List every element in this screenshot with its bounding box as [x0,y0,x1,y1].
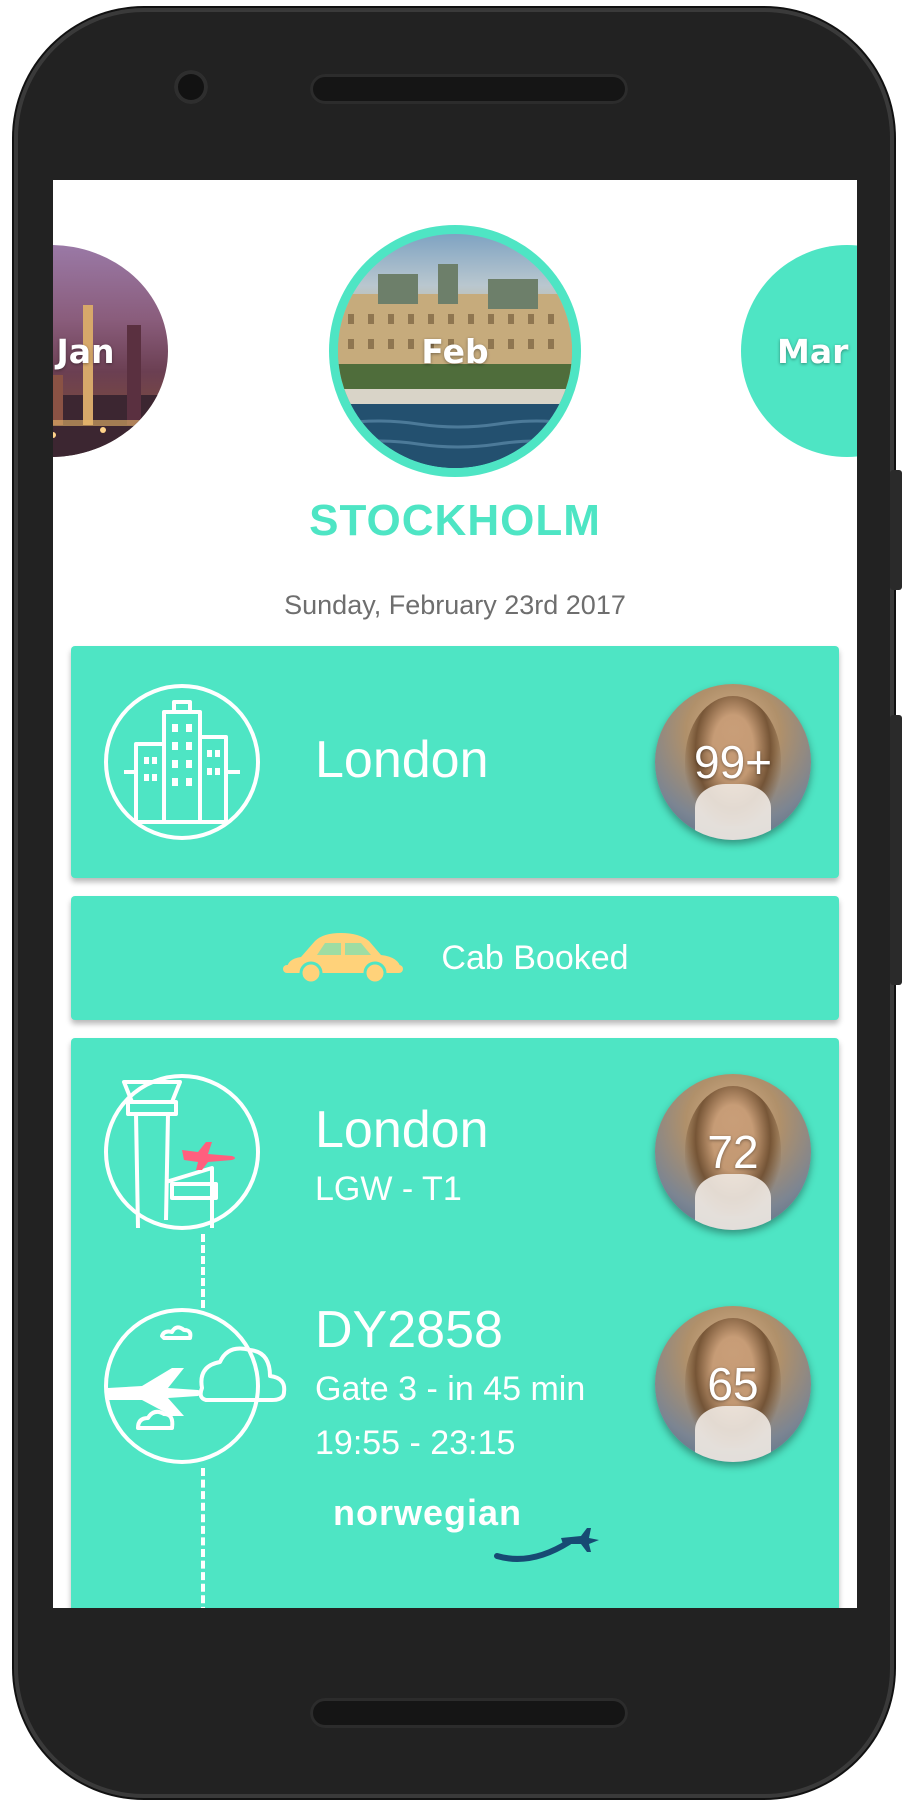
app-screen: Jan Feb Mar STOCKHOLM Sunday, February 2… [53,180,857,1608]
flying-plane-cloud-icon [104,1308,287,1464]
airport-tower-icon [104,1074,260,1230]
airport-city-label: London [315,1101,489,1159]
timeline-connector [201,1234,205,1308]
cab-booked-label: Cab Booked [441,938,629,977]
timeline-connector [201,1468,205,1608]
car-icon [283,933,404,985]
month-label-jan: Jan [56,331,115,371]
month-mar-bubble[interactable]: Mar [741,245,857,457]
month-label-feb: Feb [421,331,489,371]
avatar-count: 72 [707,1126,759,1178]
cab-row: Cab Booked [71,896,839,1020]
destination-city: STOCKHOLM [309,496,601,545]
cab-card[interactable]: Cab Booked [71,896,839,1020]
bottom-speaker [310,1698,628,1728]
avatar-photo-detail [695,1406,771,1462]
city-buildings-icon [104,684,260,840]
flight-time-label: 19:55 - 23:15 [315,1424,516,1462]
power-button [890,470,902,590]
airline-swoosh-icon [494,1528,599,1562]
month-jan-bubble[interactable]: Jan [53,245,168,457]
avatar-photo-detail [695,784,771,840]
earpiece-speaker [310,74,628,104]
camera-icon [174,70,208,104]
avatar-count: 99+ [693,736,773,788]
avatar-photo-detail [695,1174,771,1230]
airport-terminal-label: LGW - T1 [315,1170,462,1208]
volume-button [890,715,902,985]
origin-card[interactable]: London 99+ [71,646,839,878]
origin-city-label: London [315,731,489,789]
flight-number-label: DY2858 [315,1301,503,1359]
traveler-avatar[interactable]: 72 [655,1074,811,1230]
month-feb-bubble[interactable]: Feb [329,225,581,477]
month-label-mar: Mar [777,331,849,371]
traveler-avatar[interactable]: 65 [655,1306,811,1462]
flight-card[interactable]: London LGW - T1 72 DY2858 Gate 3 - in 45… [71,1038,839,1608]
flight-gate-label: Gate 3 - in 45 min [315,1370,586,1408]
traveler-avatar[interactable]: 99+ [655,684,811,840]
trip-date: Sunday, February 23rd 2017 [284,590,626,620]
avatar-count: 65 [707,1358,759,1410]
